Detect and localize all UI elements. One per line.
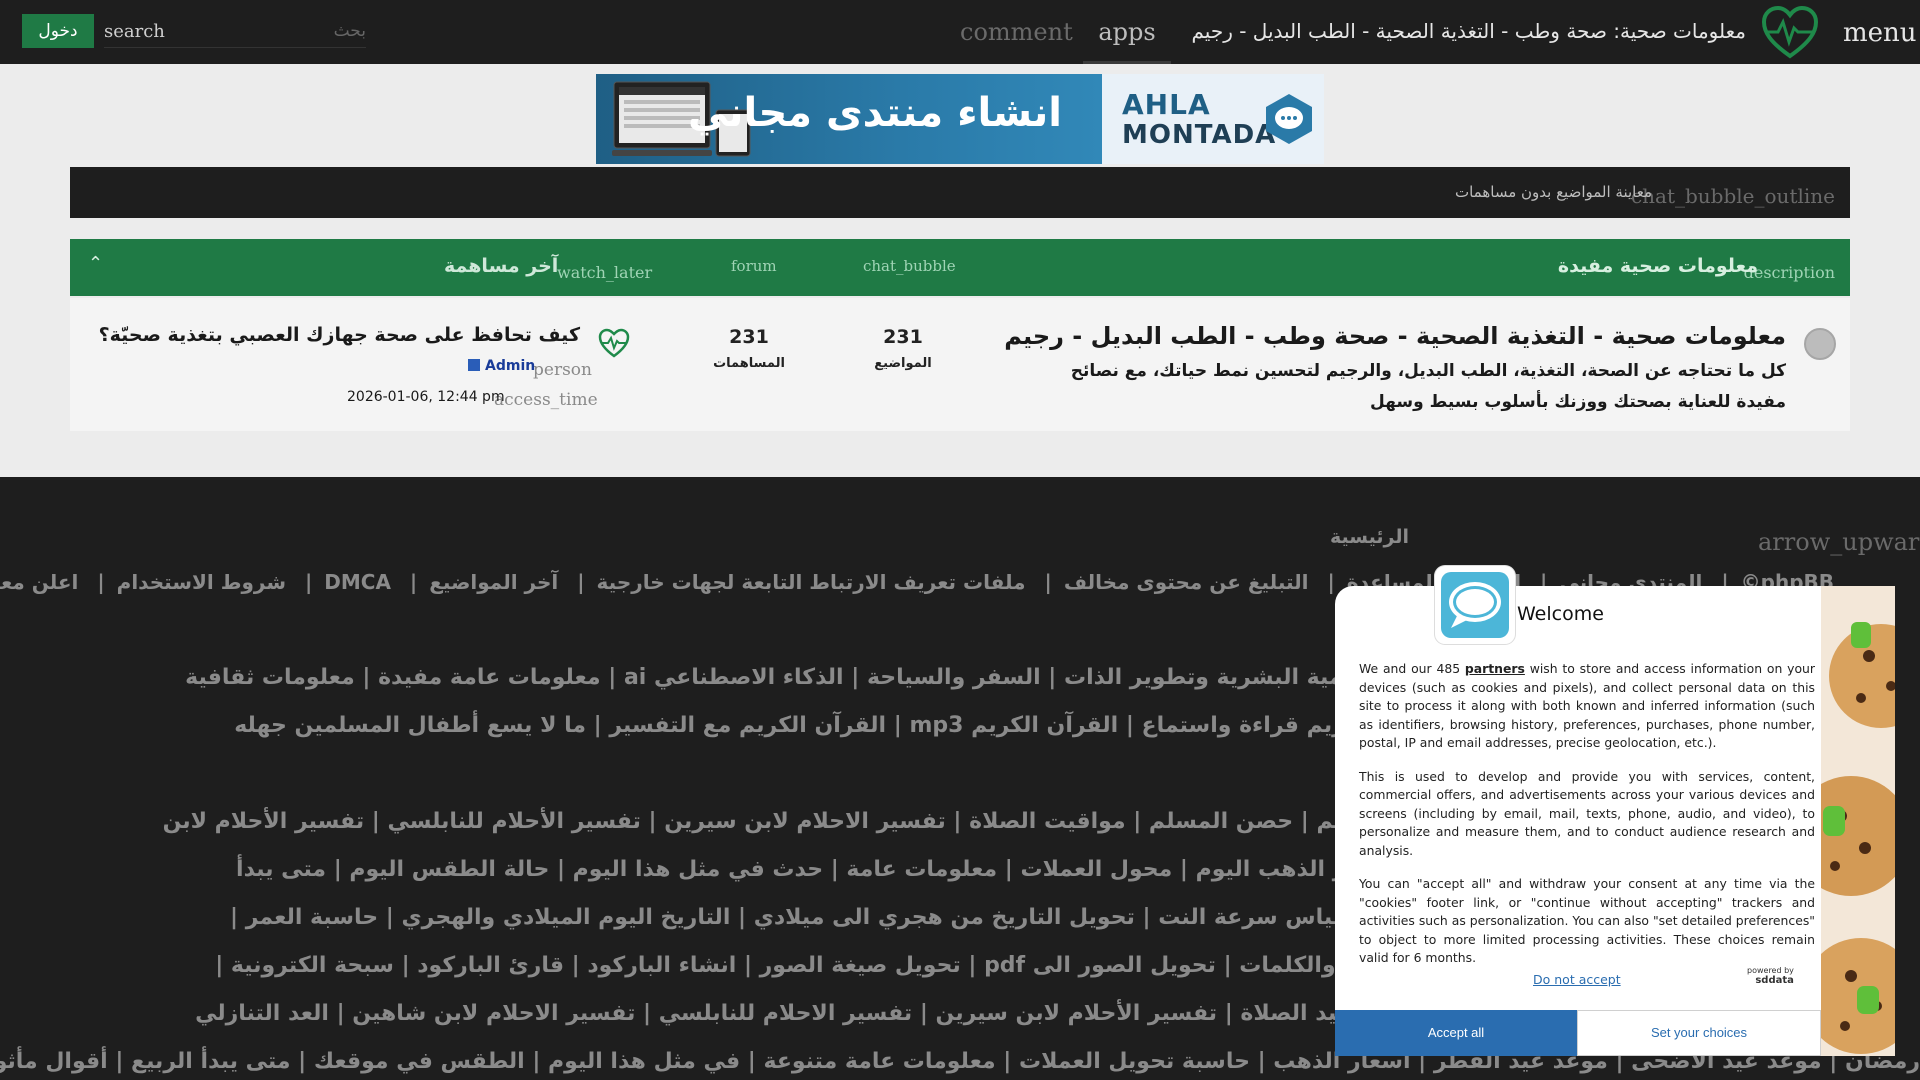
search-input[interactable] [246,18,366,44]
last-post-time: 2026-01-06, 12:44 pm [347,389,505,405]
chat-bubble-outline-icon: chat_bubble_outline [1630,184,1835,208]
forum-icon: forum [731,257,777,275]
login-button[interactable]: دخول [22,14,94,48]
last-post-column-label: آخر مساهمة [444,255,559,277]
unanswered-topics-link[interactable]: معاينة المواضيع بدون مساهمات [1455,183,1652,201]
posts-count: 231 [729,326,769,348]
consent-paragraph-3: You can "accept all" and withdraw your c… [1359,876,1815,965]
menu-icon[interactable]: menu [1843,18,1917,48]
ad-banner[interactable]: انشاء منتدى مجاني AHLA MONTADA [596,74,1324,164]
partners-link[interactable]: partners [1465,661,1525,676]
footer-link-terms[interactable]: شروط الاستخدام [117,570,286,594]
posts-label: المساهمات [713,356,785,371]
do-not-accept-link[interactable]: Do not accept [1533,972,1621,987]
consent-title: Welcome [1517,603,1604,625]
nav-comment-icon[interactable]: comment [960,18,1073,46]
category-title[interactable]: معلومات صحية مفيدة [1558,255,1758,277]
author-badge-icon [468,359,480,371]
banner-brand-line2: MONTADA [1122,120,1277,150]
topics-label: المواضيع [874,356,932,371]
search-icon: search [104,21,165,42]
sddata-logo: sddata [1755,975,1794,986]
footer-link-dmca[interactable]: DMCA [324,570,391,594]
watch-later-icon: watch_later [557,263,653,282]
footer-link-latest[interactable]: آخر المواضيع [429,570,558,594]
forum-description: كل ما تحتاجه عن الصحة، التغذية، الطب الب… [1070,361,1786,412]
set-choices-button[interactable]: Set your choices [1577,1010,1821,1056]
banner-brand-line1: AHLA [1122,88,1211,121]
accept-all-button[interactable]: Accept all [1335,1010,1577,1056]
cookie-illustration [1821,586,1895,1056]
banner-brand-panel: AHLA MONTADA [1102,74,1324,164]
nav-apps-icon[interactable]: apps [1083,0,1171,64]
last-post-title-link[interactable]: كيف تحافظ على صحة جهازك العصبي بتغذية صح… [99,324,580,346]
person-icon: person [533,360,592,380]
cookie-consent-dialog: Welcome We and our 485 partners wish to … [1335,566,1895,1056]
top-navbar: دخول search comment apps معلومات صحية: ص… [0,0,1920,64]
chat-bubble-icon: chat_bubble [863,257,956,275]
last-post-author-link[interactable]: Admin [485,358,535,374]
consent-paragraph-1: We and our 485 partners wish to store an… [1359,661,1815,750]
search-box: search [104,16,366,48]
powered-by-label: powered by sddata [1747,966,1794,986]
heartbeat-logo-icon[interactable] [1760,4,1820,60]
banner-headline: انشاء منتدى مجاني [687,90,1062,136]
unanswered-topics-bar[interactable]: chat_bubble_outline معاينة المواضيع بدون… [70,167,1850,218]
footer-link-report[interactable]: التبليغ عن محتوى مخالف [1064,570,1309,594]
posts-stat: 231 المساهمات [694,326,804,371]
topics-count: 231 [883,326,923,348]
footer-link-cookies[interactable]: ملفات تعريف الارتباط التابعة لجهات خارجي… [597,570,1026,594]
category-header: description معلومات صحية مفيدة chat_bubb… [70,239,1850,296]
banner-left-panel: انشاء منتدى مجاني [596,74,1102,164]
site-title-link[interactable]: معلومات صحية: صحة وطب - التغذية الصحية -… [1192,19,1747,43]
forum-status-icon [1804,328,1836,360]
cookies-image-icon [1821,622,1895,1054]
forum-row: معلومات صحية - التغذية الصحية - صحة وطب … [70,298,1850,431]
consent-paragraph-2: This is used to develop and provide you … [1359,768,1815,858]
forum-title-link[interactable]: معلومات صحية - التغذية الصحية - صحة وطب … [1004,322,1786,350]
chevron-up-icon[interactable]: ⌃ [88,253,103,274]
heart-pulse-icon [598,328,630,358]
arrow-upward-icon[interactable]: arrow_upward [1758,528,1920,556]
footer-home-link[interactable]: الرئيسية [1330,526,1409,548]
access-time-icon: access_time [494,390,598,410]
consent-body: We and our 485 partners wish to store an… [1359,660,1815,983]
chat-bubble-logo-icon [1266,94,1312,144]
site-chat-logo-icon [1435,566,1515,644]
topics-stat: 231 المواضيع [848,326,958,371]
footer-link-advertise[interactable]: اعلن معنا [0,570,78,594]
